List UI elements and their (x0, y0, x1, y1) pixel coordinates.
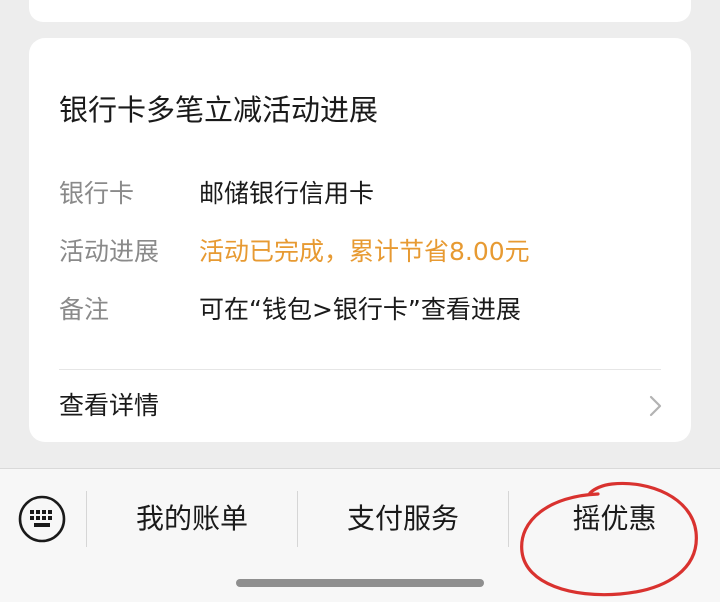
menu-item-payment-services[interactable]: 支付服务 (298, 497, 508, 541)
keyboard-icon[interactable] (18, 495, 66, 543)
card-title: 银行卡多笔立减活动进展 (59, 93, 379, 127)
divider (59, 369, 661, 370)
row-label: 银行卡 (59, 179, 135, 208)
chevron-right-icon (649, 395, 662, 417)
home-indicator[interactable] (236, 579, 484, 587)
progress-status-text: 活动已完成，累计节省8.00元 (199, 237, 530, 266)
row-value: 邮储银行信用卡 (199, 179, 375, 208)
activity-progress-card: 银行卡多笔立减活动进展 银行卡 邮储银行信用卡 活动进展 活动已完成，累计节省8… (29, 38, 691, 442)
info-row-activity-progress: 活动进展 活动已完成，累计节省8.00元 (59, 234, 669, 270)
info-row-remark: 备注 可在“钱包>银行卡”查看进展 (59, 292, 669, 328)
previous-card (29, 0, 691, 22)
info-row-bank-card: 银行卡 邮储银行信用卡 (59, 176, 669, 212)
view-details-label: 查看详情 (59, 391, 160, 420)
bottom-menu-bar: 我的账单 支付服务 摇优惠 (0, 468, 720, 602)
menu-item-shake-offers[interactable]: 摇优惠 (509, 497, 720, 541)
menu-item-my-bills[interactable]: 我的账单 (87, 497, 297, 541)
row-value: 可在“钱包>银行卡”查看进展 (199, 295, 521, 324)
row-label: 备注 (59, 295, 110, 324)
view-details-link[interactable]: 查看详情 (59, 384, 669, 428)
row-label: 活动进展 (59, 237, 160, 266)
